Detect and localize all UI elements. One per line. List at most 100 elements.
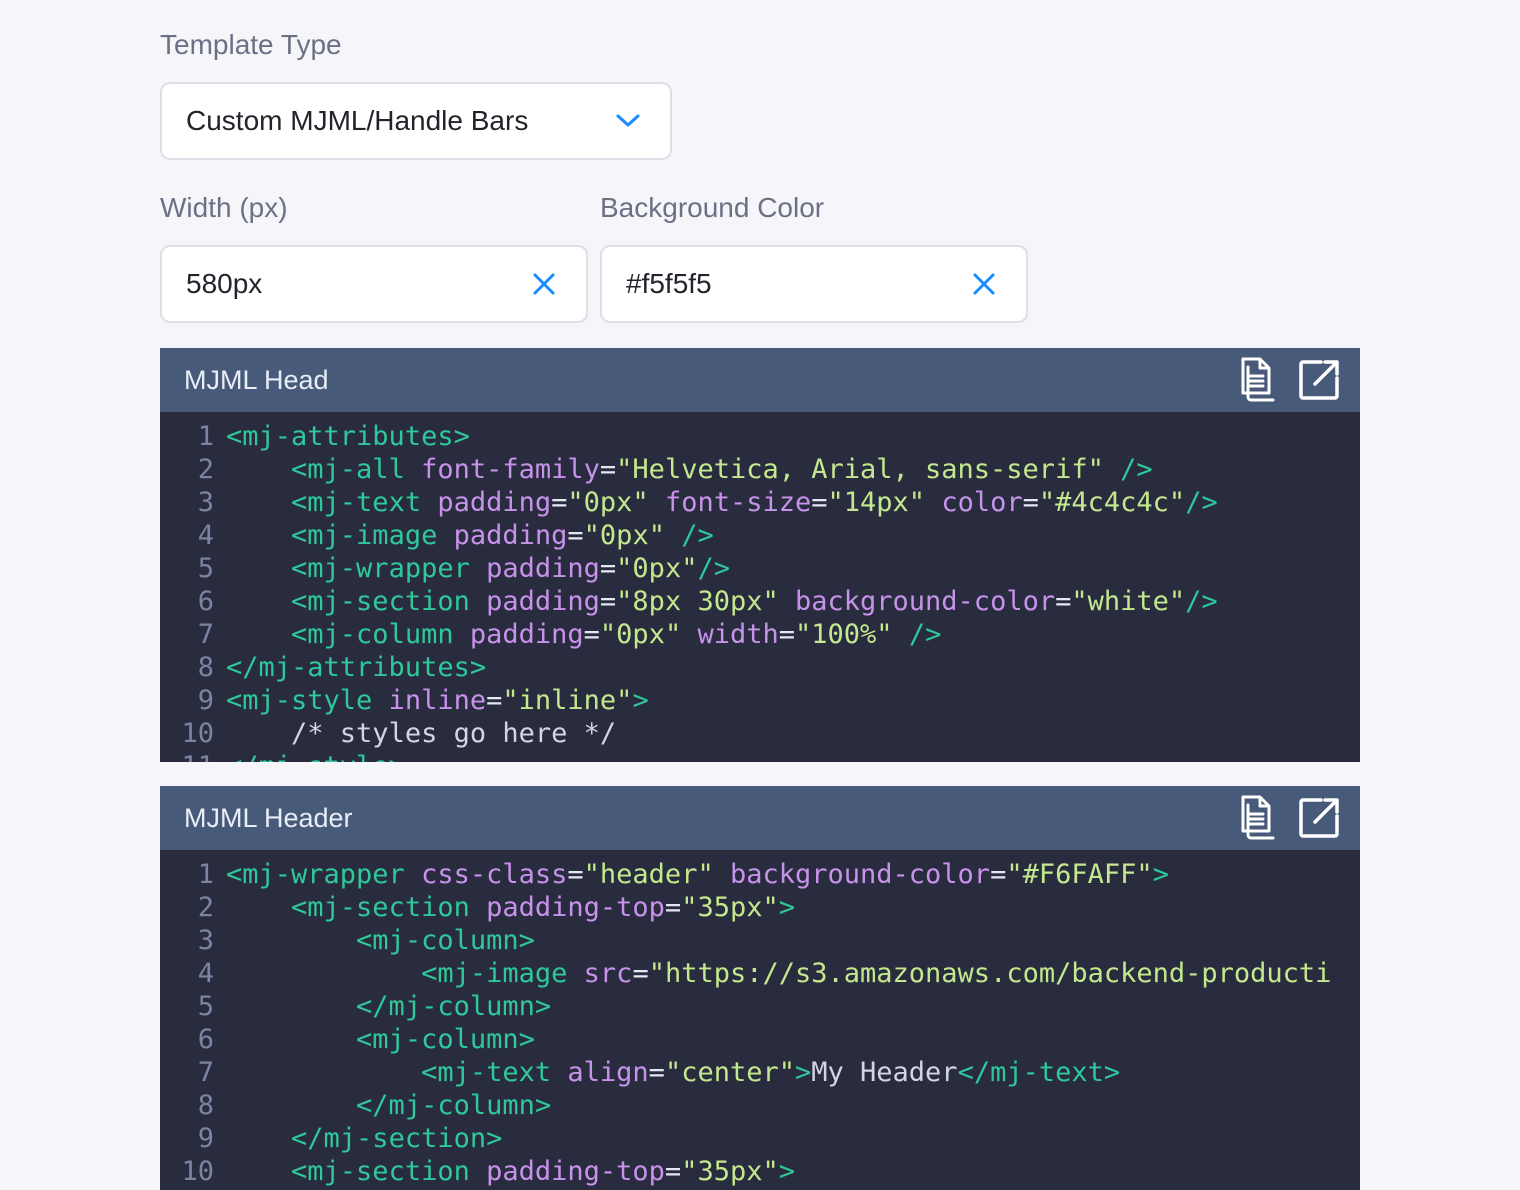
code-token: padding: [486, 586, 600, 617]
clear-width-icon[interactable]: [526, 266, 562, 302]
line-code: </mj-column>: [214, 990, 551, 1023]
code-line: 1 <mj-wrapper css-class="header" backgrou…: [160, 858, 1360, 891]
code-line: 7 <mj-text align="center">My Header</mj-…: [160, 1056, 1360, 1089]
mjml-header-editor: MJML Header 1 <mj-wrapper css-class="hea…: [160, 786, 1360, 1190]
line-code: <mj-column padding="0px" width="100%" />: [214, 618, 941, 651]
code-token: "14px": [827, 487, 926, 518]
code-token: />: [1185, 586, 1218, 617]
line-code: <mj-all font-family="Helvetica, Arial, s…: [214, 453, 1153, 486]
line-number: 2: [197, 454, 214, 485]
mjml-header-code[interactable]: 1 <mj-wrapper css-class="header" backgrou…: [160, 850, 1360, 1190]
code-token: /* styles go here */: [291, 718, 617, 749]
line-code: <mj-section padding-top="35px">: [214, 1155, 795, 1188]
code-token: "35px": [681, 1156, 779, 1187]
code-token: </mj-style>: [226, 751, 405, 762]
code-token: padding-top: [486, 1156, 665, 1187]
code-token: =: [811, 487, 828, 518]
code-token: "0px": [567, 487, 649, 518]
line-number: 7: [197, 619, 214, 650]
line-number: 1: [197, 421, 214, 452]
code-token: >: [778, 1156, 795, 1187]
code-token: =: [778, 619, 796, 650]
copy-document-icon[interactable]: [1236, 794, 1282, 842]
clear-background-color-icon[interactable]: [966, 266, 1002, 302]
line-code: </mj-column>: [214, 1089, 551, 1122]
code-token: =: [599, 553, 617, 584]
code-line: 6 <mj-column>: [160, 1023, 1360, 1056]
code-token: >: [1152, 859, 1169, 890]
code-token: background-color: [729, 859, 991, 890]
background-color-input[interactable]: #f5f5f5: [600, 245, 1028, 323]
line-number: 1: [197, 859, 214, 890]
code-token: =: [486, 685, 503, 716]
code-token: inline: [388, 685, 487, 716]
template-settings-page: Template Type Custom MJML/Handle Bars Wi…: [0, 0, 1520, 1190]
code-line: 2 <mj-section padding-top="35px">: [160, 891, 1360, 924]
code-line: 4 <mj-image padding="0px" />: [160, 519, 1360, 552]
code-token: "white": [1071, 586, 1186, 617]
code-line: 3 <mj-text padding="0px" font-size="14px…: [160, 486, 1360, 519]
line-number: 10: [181, 718, 214, 749]
code-token: </mj-column>: [356, 991, 552, 1022]
mjml-head-editor: MJML Head 1 <mj-attributes> 2 <mj-all fo…: [160, 348, 1360, 762]
code-token: src: [583, 958, 633, 989]
line-number: 5: [197, 553, 214, 584]
template-type-value: Custom MJML/Handle Bars: [186, 105, 529, 136]
chevron-down-icon[interactable]: [610, 103, 646, 139]
line-code: <mj-image src="https://s3.amazonaws.com/…: [214, 957, 1331, 990]
line-number: 3: [197, 925, 214, 956]
code-token: <mj-column>: [356, 925, 535, 956]
code-token: padding-top: [486, 892, 665, 923]
code-token: "inline": [502, 685, 633, 716]
line-code: <mj-column>: [214, 1023, 535, 1056]
code-token: <mj-section: [291, 1156, 470, 1187]
code-line: 2 <mj-all font-family="Helvetica, Arial,…: [160, 453, 1360, 486]
code-token: <mj-column>: [356, 1024, 535, 1055]
background-color-value: #f5f5f5: [626, 268, 712, 299]
width-input[interactable]: 580px: [160, 245, 588, 323]
code-token: padding: [453, 520, 568, 551]
code-line: 6 <mj-section padding="8px 30px" backgro…: [160, 585, 1360, 618]
line-number: 6: [197, 586, 214, 617]
mjml-header-editor-header: MJML Header: [160, 786, 1360, 850]
mjml-header-title: MJML Header: [184, 802, 353, 833]
width-value: 580px: [186, 268, 263, 299]
line-number: 8: [197, 652, 214, 683]
code-token: css-class: [421, 859, 568, 890]
code-token: <mj-wrapper: [226, 859, 405, 890]
code-token: <mj-image: [291, 520, 438, 551]
code-line: 5 <mj-wrapper padding="0px"/>: [160, 552, 1360, 585]
line-number: 4: [197, 520, 214, 551]
open-external-icon[interactable]: [1296, 794, 1342, 842]
line-code: <mj-text padding="0px" font-size="14px" …: [214, 486, 1218, 519]
template-type-select[interactable]: Custom MJML/Handle Bars: [160, 82, 672, 160]
mjml-head-title: MJML Head: [184, 364, 329, 395]
code-token: =: [599, 454, 617, 485]
line-code: <mj-attributes>: [214, 420, 470, 453]
code-token: <mj-attributes>: [226, 421, 470, 452]
mjml-head-code[interactable]: 1 <mj-attributes> 2 <mj-all font-family="H…: [160, 412, 1360, 762]
open-external-icon[interactable]: [1296, 356, 1342, 404]
line-code: <mj-text align="center">My Header</mj-te…: [214, 1056, 1120, 1089]
code-token: =: [567, 520, 584, 551]
code-line: 3 <mj-column>: [160, 924, 1360, 957]
code-token: <mj-section: [291, 586, 470, 617]
copy-document-icon[interactable]: [1236, 356, 1282, 404]
